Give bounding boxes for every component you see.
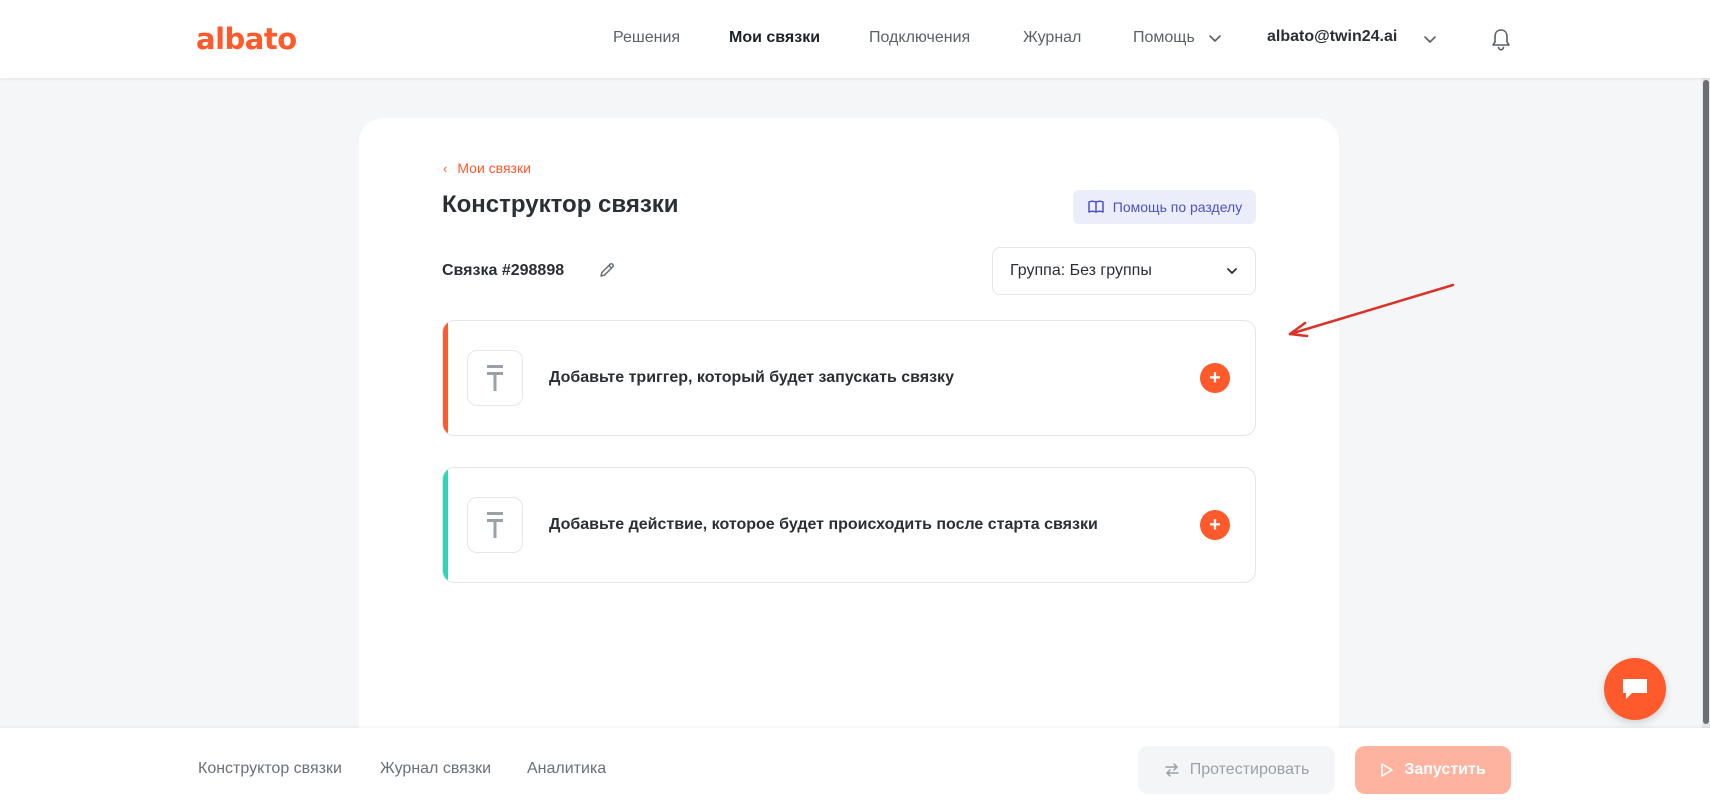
chat-bubble-icon [1623, 679, 1647, 699]
top-header: albato Решения Мои связки Подключения Жу… [0, 0, 1710, 78]
connection-name: Связка #298898 [442, 262, 565, 279]
chat-button[interactable] [1604, 658, 1666, 720]
nav-solutions[interactable]: Решения [613, 29, 680, 47]
section-help-label: Помощь по разделу [1112, 199, 1243, 215]
albato-logo[interactable]: albato [196, 22, 297, 56]
annotation-arrow-icon [1288, 283, 1455, 338]
action-step-card[interactable]: Добавьте действие, которое будет происхо… [442, 467, 1256, 583]
add-action-button[interactable]: + [1200, 510, 1230, 540]
action-step-text: Добавьте действие, которое будет происхо… [549, 516, 1098, 533]
book-icon [1088, 200, 1104, 213]
chevron-down-icon [1209, 34, 1222, 42]
tab-connection-journal[interactable]: Журнал связки [380, 760, 491, 778]
nav-connections[interactable]: Подключения [869, 29, 970, 47]
test-button[interactable]: Протестировать [1138, 746, 1335, 794]
pencil-icon[interactable] [598, 261, 616, 279]
group-select[interactable]: Группа: Без группы [992, 247, 1256, 295]
add-trigger-button[interactable]: + [1200, 363, 1230, 393]
test-button-label: Протестировать [1189, 761, 1310, 778]
user-email[interactable]: albato@twin24.ai [1267, 28, 1397, 46]
section-help-button[interactable]: Помощь по разделу [1073, 190, 1256, 224]
tab-analytics[interactable]: Аналитика [527, 760, 606, 778]
run-button-label: Запустить [1404, 761, 1486, 778]
chevron-left-icon: ‹ [443, 161, 448, 176]
group-select-value: Группа: Без группы [1010, 262, 1152, 279]
run-button[interactable]: Запустить [1355, 746, 1511, 794]
app-placeholder-icon [487, 512, 503, 538]
trigger-step-text: Добавьте триггер, который будет запускат… [549, 369, 954, 386]
user-menu-chevron-icon[interactable] [1422, 31, 1438, 47]
nav-help-label: Помощь [1133, 29, 1195, 46]
scrollbar-thumb[interactable] [1703, 80, 1709, 724]
play-icon [1381, 763, 1394, 777]
app-placeholder-icon [487, 365, 503, 391]
back-link[interactable]: ‹ Мои связки [443, 160, 531, 176]
action-placeholder-icon [467, 497, 523, 553]
bell-icon[interactable] [1490, 28, 1512, 52]
nav-help[interactable]: Помощь [1133, 29, 1223, 47]
step-accent-bar [443, 468, 448, 582]
nav-journal[interactable]: Журнал [1023, 29, 1081, 47]
step-accent-bar [443, 321, 448, 435]
tab-constructor[interactable]: Конструктор связки [198, 760, 342, 778]
back-link-label: Мои связки [457, 160, 531, 176]
swap-arrows-icon [1164, 763, 1179, 777]
trigger-placeholder-icon [467, 350, 523, 406]
trigger-step-card[interactable]: Добавьте триггер, который будет запускат… [442, 320, 1256, 436]
chevron-down-icon [1227, 268, 1237, 274]
nav-my-connections[interactable]: Мои связки [729, 29, 820, 47]
page-title: Конструктор связки [442, 191, 679, 218]
